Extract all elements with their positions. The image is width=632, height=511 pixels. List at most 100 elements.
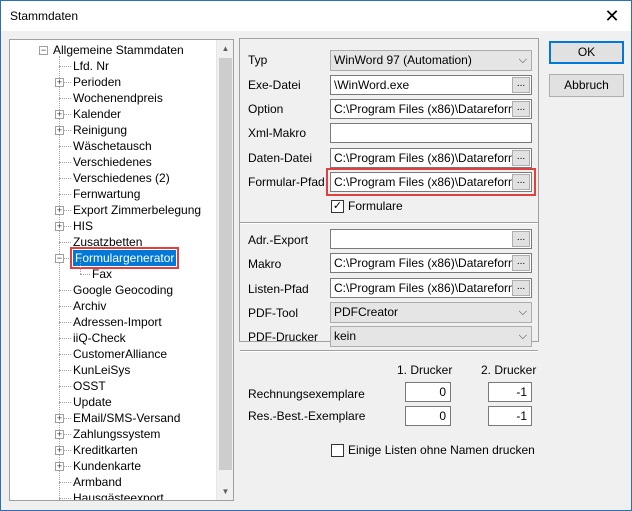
resbest-label: Res.-Best.-Exemplare	[248, 409, 366, 423]
expand-icon[interactable]: +	[55, 462, 64, 471]
tree-item-label: Perioden	[73, 75, 122, 89]
pdfdrucker-value: kein	[334, 329, 357, 343]
drucker1-header: 1. Drucker	[397, 363, 453, 377]
option-label: Option	[248, 102, 284, 116]
browse-button[interactable]: ...	[512, 77, 530, 93]
expand-icon[interactable]: +	[55, 206, 64, 215]
listen-field[interactable]: C:\Program Files (x86)\Datareform\Fo ...	[330, 278, 532, 298]
typ-label: Typ	[248, 53, 268, 67]
tree-connector	[59, 482, 71, 483]
tree-item-label: Kalender	[73, 107, 122, 121]
pdfdrucker-select[interactable]: kein ⌵	[330, 326, 532, 347]
tree-connector	[59, 402, 71, 403]
tree-item-label: Google Geocoding	[73, 283, 174, 297]
expand-icon[interactable]: +	[55, 222, 64, 231]
browse-button[interactable]: ...	[512, 280, 530, 296]
cancel-button[interactable]: Abbruch	[549, 74, 624, 97]
tree-connector	[59, 146, 71, 147]
rechnung-label: Rechnungsexemplare	[248, 387, 365, 401]
tree-item-label: EMail/SMS-Versand	[73, 411, 181, 425]
title-bar: Stammdaten ✕	[1, 1, 631, 31]
expand-icon[interactable]: +	[55, 78, 64, 87]
listen-value: C:\Program Files (x86)\Datareform\Fo	[334, 281, 512, 295]
daten-value: C:\Program Files (x86)\Datareform\Fo	[334, 151, 512, 165]
expand-icon[interactable]: +	[55, 446, 64, 455]
tree-item-label: Fax	[92, 267, 113, 281]
formulare-label: Formulare	[348, 199, 403, 213]
tree-item-label: Kundenkarte	[73, 459, 142, 473]
tree-scrollbar[interactable]: ▲ ▼	[216, 40, 233, 500]
tree-item-label: Export Zimmerbelegung	[73, 203, 202, 217]
tree-item-label: Wochenendpreis	[73, 91, 163, 105]
formular-label: Formular-Pfad	[248, 175, 325, 189]
tree-connector	[59, 66, 71, 67]
tree-item-label: Lfd. Nr	[73, 59, 110, 73]
browse-button[interactable]: ...	[512, 150, 530, 166]
scroll-thumb[interactable]	[219, 58, 232, 470]
xml-field[interactable]	[330, 123, 532, 143]
tree-connector	[59, 178, 71, 179]
exe-label: Exe-Datei	[248, 78, 301, 92]
settings-tree[interactable]: ▲ ▼ − Allgemeine Stammdaten Lfd. Nr + Period…	[9, 39, 234, 501]
browse-button[interactable]: ...	[512, 174, 530, 190]
typ-select[interactable]: WinWord 97 (Automation) ⌵	[330, 50, 532, 71]
tree-root-label: Allgemeine Stammdaten	[53, 43, 184, 57]
tree-item-label: OSST	[73, 379, 106, 393]
pdftool-value: PDFCreator	[334, 305, 399, 319]
option-value: C:\Program Files (x86)\Datareform\Fo	[334, 102, 512, 116]
tree-item-label: iiQ-Check	[73, 331, 126, 345]
browse-button[interactable]: ...	[512, 231, 530, 247]
close-icon[interactable]: ✕	[601, 5, 623, 27]
ok-button[interactable]: OK	[549, 41, 624, 64]
scroll-up-icon[interactable]: ▲	[217, 40, 233, 57]
option-field[interactable]: C:\Program Files (x86)\Datareform\Fo ...	[330, 99, 532, 119]
expand-icon[interactable]: +	[55, 110, 64, 119]
tree-item-label: Zahlungssystem	[73, 427, 161, 441]
tree-item-label: Armband	[73, 475, 122, 489]
expand-icon[interactable]: +	[55, 126, 64, 135]
tree-connector	[80, 274, 90, 275]
expand-icon[interactable]: +	[55, 430, 64, 439]
tree-item-label: CustomerAlliance	[73, 347, 168, 361]
exe-field[interactable]: \WinWord.exe ...	[330, 75, 532, 95]
resbest-drucker1-input[interactable]: 0	[405, 406, 451, 426]
resbest-drucker2-input[interactable]: -1	[488, 406, 532, 426]
tree-connector	[59, 98, 71, 99]
formulare-checkbox[interactable]: ✓	[331, 200, 344, 213]
rechnung-drucker2-input[interactable]: -1	[488, 382, 532, 402]
browse-button[interactable]: ...	[512, 255, 530, 271]
scroll-down-icon[interactable]: ▼	[217, 483, 233, 500]
tree-item-label: HIS	[73, 219, 94, 233]
adr-label: Adr.-Export	[248, 233, 309, 247]
listen-ohne-namen-checkbox[interactable]	[331, 444, 344, 457]
xml-label: Xml-Makro	[248, 126, 307, 140]
rechnung-drucker1-input[interactable]: 0	[405, 382, 451, 402]
tree-item-label: Update	[73, 395, 112, 409]
tree-item-label: Hausgästeexport	[73, 491, 164, 501]
tree-item-label: Reinigung	[73, 123, 128, 137]
daten-field[interactable]: C:\Program Files (x86)\Datareform\Fo ...	[330, 148, 532, 168]
adr-field[interactable]: ...	[330, 229, 532, 249]
listen-ohne-namen-label: Einige Listen ohne Namen drucken	[348, 443, 535, 457]
tree-connector	[59, 322, 71, 323]
browse-button[interactable]: ...	[512, 101, 530, 117]
typ-value: WinWord 97 (Automation)	[334, 53, 472, 67]
tree-item-label: Adressen-Import	[73, 315, 162, 329]
makro-value: C:\Program Files (x86)\Datareform\Fo	[334, 256, 512, 270]
tree-item-label: KunLeiSys	[73, 363, 131, 377]
makro-field[interactable]: C:\Program Files (x86)\Datareform\Fo ...	[330, 253, 532, 273]
formular-field[interactable]: C:\Program Files (x86)\Datareform\Fo ...	[326, 168, 536, 196]
tree-connector	[59, 290, 71, 291]
daten-label: Daten-Datei	[248, 151, 313, 165]
listen-label: Listen-Pfad	[248, 282, 309, 296]
tree-connector	[59, 354, 71, 355]
tree-connector	[59, 370, 71, 371]
pdftool-select[interactable]: PDFCreator ⌵	[330, 302, 532, 323]
tree-item-label: Archiv	[73, 299, 107, 313]
window-title: Stammdaten	[10, 9, 79, 23]
expand-icon[interactable]: +	[55, 414, 64, 423]
exe-value: \WinWord.exe	[334, 78, 410, 92]
collapse-icon[interactable]: −	[39, 46, 48, 55]
collapse-icon[interactable]: −	[55, 254, 64, 263]
pdftool-label: PDF-Tool	[248, 306, 299, 320]
